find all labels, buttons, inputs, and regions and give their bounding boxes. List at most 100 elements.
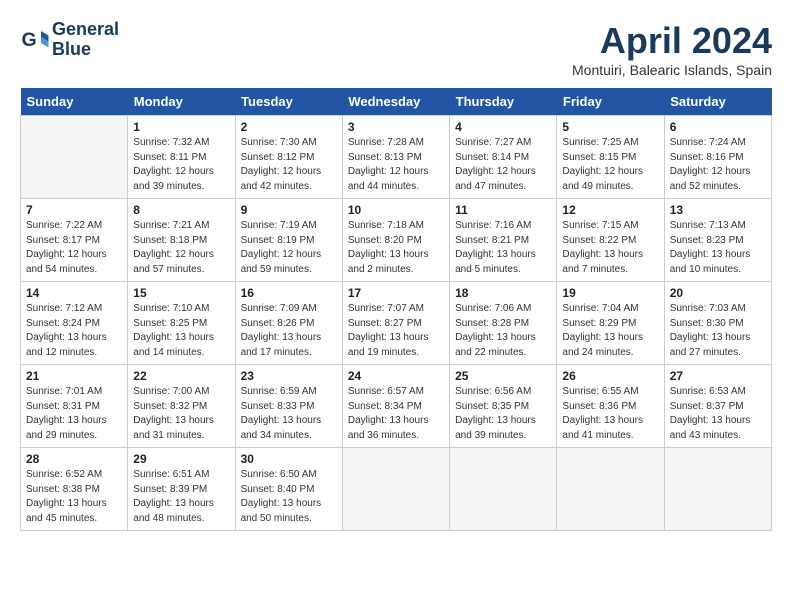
- calendar-cell: 9 Sunrise: 7:19 AM Sunset: 8:19 PM Daylig…: [235, 199, 342, 282]
- day-header-tuesday: Tuesday: [235, 88, 342, 116]
- week-row-5: 28Sunrise: 6:52 AM Sunset: 8:38 PM Dayli…: [21, 448, 772, 531]
- week-row-1: 1Sunrise: 7:32 AM Sunset: 8:11 PM Daylig…: [21, 116, 772, 199]
- calendar-cell: [557, 448, 664, 531]
- calendar-cell: 5 Sunrise: 7:25 AM Sunset: 8:15 PM Daylig…: [557, 116, 664, 199]
- day-header-sunday: Sunday: [21, 88, 128, 116]
- day-info: Sunrise: 7:21 AM Sunset: 8:18 PM Dayligh…: [133, 219, 229, 277]
- calendar-cell: 12Sunrise: 7:15 AM Sunset: 8:22 PM Dayli…: [557, 199, 664, 282]
- calendar-cell: 8 Sunrise: 7:21 AM Sunset: 8:18 PM Daylig…: [128, 199, 235, 282]
- day-number: 21: [26, 369, 122, 383]
- calendar-cell: [21, 116, 128, 199]
- day-info: Sunrise: 7:27 AM Sunset: 8:14 PM Dayligh…: [455, 136, 551, 194]
- calendar-cell: 28Sunrise: 6:52 AM Sunset: 8:38 PM Dayli…: [21, 448, 128, 531]
- calendar-cell: 14 Sunrise: 7:12 AM Sunset: 8:24 PM Dayli…: [21, 282, 128, 365]
- calendar-cell: 29 Sunrise: 6:51 AM Sunset: 8:39 PM Dayli…: [128, 448, 235, 531]
- title-block: April 2024 Montuiri, Balearic Islands, S…: [572, 20, 772, 78]
- day-header-wednesday: Wednesday: [342, 88, 449, 116]
- week-row-2: 7 Sunrise: 7:22 AM Sunset: 8:17 PM Daylig…: [21, 199, 772, 282]
- day-header-monday: Monday: [128, 88, 235, 116]
- day-info: Sunrise: 7:30 AM Sunset: 8:12 PM Dayligh…: [241, 136, 337, 194]
- day-info: Sunrise: 6:51 AM Sunset: 8:39 PM Dayligh…: [133, 468, 229, 526]
- svg-text:G: G: [22, 29, 37, 51]
- day-number: 18: [455, 286, 551, 300]
- day-info: Sunrise: 6:59 AM Sunset: 8:33 PM Dayligh…: [241, 385, 337, 443]
- calendar-cell: 15 Sunrise: 7:10 AM Sunset: 8:25 PM Dayli…: [128, 282, 235, 365]
- day-number: 9: [241, 203, 337, 217]
- day-number: 6: [670, 120, 766, 134]
- page-header: G General Blue April 2024 Montuiri, Bale…: [20, 20, 772, 78]
- day-number: 1: [133, 120, 229, 134]
- calendar-cell: 10 Sunrise: 7:18 AM Sunset: 8:20 PM Dayli…: [342, 199, 449, 282]
- calendar-cell: 7 Sunrise: 7:22 AM Sunset: 8:17 PM Daylig…: [21, 199, 128, 282]
- day-info: Sunrise: 7:06 AM Sunset: 8:28 PM Dayligh…: [455, 302, 551, 360]
- day-number: 29: [133, 452, 229, 466]
- calendar-cell: 1Sunrise: 7:32 AM Sunset: 8:11 PM Daylig…: [128, 116, 235, 199]
- calendar-cell: 6 Sunrise: 7:24 AM Sunset: 8:16 PM Daylig…: [664, 116, 771, 199]
- logo-text: General Blue: [52, 20, 119, 60]
- logo-icon: G: [20, 25, 50, 55]
- day-header-saturday: Saturday: [664, 88, 771, 116]
- day-number: 10: [348, 203, 444, 217]
- week-row-4: 21Sunrise: 7:01 AM Sunset: 8:31 PM Dayli…: [21, 365, 772, 448]
- calendar-cell: [664, 448, 771, 531]
- day-number: 14: [26, 286, 122, 300]
- calendar-cell: 4Sunrise: 7:27 AM Sunset: 8:14 PM Daylig…: [450, 116, 557, 199]
- day-info: Sunrise: 7:00 AM Sunset: 8:32 PM Dayligh…: [133, 385, 229, 443]
- day-number: 5: [562, 120, 658, 134]
- day-number: 25: [455, 369, 551, 383]
- day-number: 24: [348, 369, 444, 383]
- day-number: 13: [670, 203, 766, 217]
- calendar-cell: 18 Sunrise: 7:06 AM Sunset: 8:28 PM Dayli…: [450, 282, 557, 365]
- calendar-cell: 3 Sunrise: 7:28 AM Sunset: 8:13 PM Daylig…: [342, 116, 449, 199]
- calendar-cell: 26Sunrise: 6:55 AM Sunset: 8:36 PM Dayli…: [557, 365, 664, 448]
- day-info: Sunrise: 7:19 AM Sunset: 8:19 PM Dayligh…: [241, 219, 337, 277]
- logo: G General Blue: [20, 20, 119, 60]
- day-number: 12: [562, 203, 658, 217]
- month-title: April 2024: [572, 20, 772, 62]
- day-number: 7: [26, 203, 122, 217]
- calendar-cell: 25 Sunrise: 6:56 AM Sunset: 8:35 PM Dayli…: [450, 365, 557, 448]
- calendar-cell: 2 Sunrise: 7:30 AM Sunset: 8:12 PM Daylig…: [235, 116, 342, 199]
- calendar-cell: 30 Sunrise: 6:50 AM Sunset: 8:40 PM Dayli…: [235, 448, 342, 531]
- calendar-cell: [342, 448, 449, 531]
- day-info: Sunrise: 7:18 AM Sunset: 8:20 PM Dayligh…: [348, 219, 444, 277]
- day-info: Sunrise: 7:28 AM Sunset: 8:13 PM Dayligh…: [348, 136, 444, 194]
- day-number: 22: [133, 369, 229, 383]
- day-header-thursday: Thursday: [450, 88, 557, 116]
- day-info: Sunrise: 7:09 AM Sunset: 8:26 PM Dayligh…: [241, 302, 337, 360]
- calendar-cell: 20 Sunrise: 7:03 AM Sunset: 8:30 PM Dayli…: [664, 282, 771, 365]
- day-info: Sunrise: 6:57 AM Sunset: 8:34 PM Dayligh…: [348, 385, 444, 443]
- day-info: Sunrise: 7:10 AM Sunset: 8:25 PM Dayligh…: [133, 302, 229, 360]
- day-info: Sunrise: 7:24 AM Sunset: 8:16 PM Dayligh…: [670, 136, 766, 194]
- calendar-cell: 23Sunrise: 6:59 AM Sunset: 8:33 PM Dayli…: [235, 365, 342, 448]
- calendar-cell: 16Sunrise: 7:09 AM Sunset: 8:26 PM Dayli…: [235, 282, 342, 365]
- calendar-cell: 27Sunrise: 6:53 AM Sunset: 8:37 PM Dayli…: [664, 365, 771, 448]
- day-number: 3: [348, 120, 444, 134]
- calendar-cell: 21Sunrise: 7:01 AM Sunset: 8:31 PM Dayli…: [21, 365, 128, 448]
- day-info: Sunrise: 7:03 AM Sunset: 8:30 PM Dayligh…: [670, 302, 766, 360]
- logo-line1: General: [52, 19, 119, 39]
- days-header-row: SundayMondayTuesdayWednesdayThursdayFrid…: [21, 88, 772, 116]
- day-number: 26: [562, 369, 658, 383]
- day-info: Sunrise: 7:07 AM Sunset: 8:27 PM Dayligh…: [348, 302, 444, 360]
- day-info: Sunrise: 7:12 AM Sunset: 8:24 PM Dayligh…: [26, 302, 122, 360]
- day-info: Sunrise: 6:56 AM Sunset: 8:35 PM Dayligh…: [455, 385, 551, 443]
- day-number: 8: [133, 203, 229, 217]
- calendar-cell: 22 Sunrise: 7:00 AM Sunset: 8:32 PM Dayli…: [128, 365, 235, 448]
- day-number: 20: [670, 286, 766, 300]
- logo-line2: Blue: [52, 39, 91, 59]
- day-info: Sunrise: 7:16 AM Sunset: 8:21 PM Dayligh…: [455, 219, 551, 277]
- day-number: 2: [241, 120, 337, 134]
- day-number: 15: [133, 286, 229, 300]
- day-info: Sunrise: 6:50 AM Sunset: 8:40 PM Dayligh…: [241, 468, 337, 526]
- day-info: Sunrise: 7:25 AM Sunset: 8:15 PM Dayligh…: [562, 136, 658, 194]
- day-info: Sunrise: 7:22 AM Sunset: 8:17 PM Dayligh…: [26, 219, 122, 277]
- day-info: Sunrise: 7:04 AM Sunset: 8:29 PM Dayligh…: [562, 302, 658, 360]
- day-number: 17: [348, 286, 444, 300]
- day-number: 19: [562, 286, 658, 300]
- day-number: 28: [26, 452, 122, 466]
- day-info: Sunrise: 7:13 AM Sunset: 8:23 PM Dayligh…: [670, 219, 766, 277]
- location: Montuiri, Balearic Islands, Spain: [572, 62, 772, 78]
- day-number: 30: [241, 452, 337, 466]
- day-info: Sunrise: 6:53 AM Sunset: 8:37 PM Dayligh…: [670, 385, 766, 443]
